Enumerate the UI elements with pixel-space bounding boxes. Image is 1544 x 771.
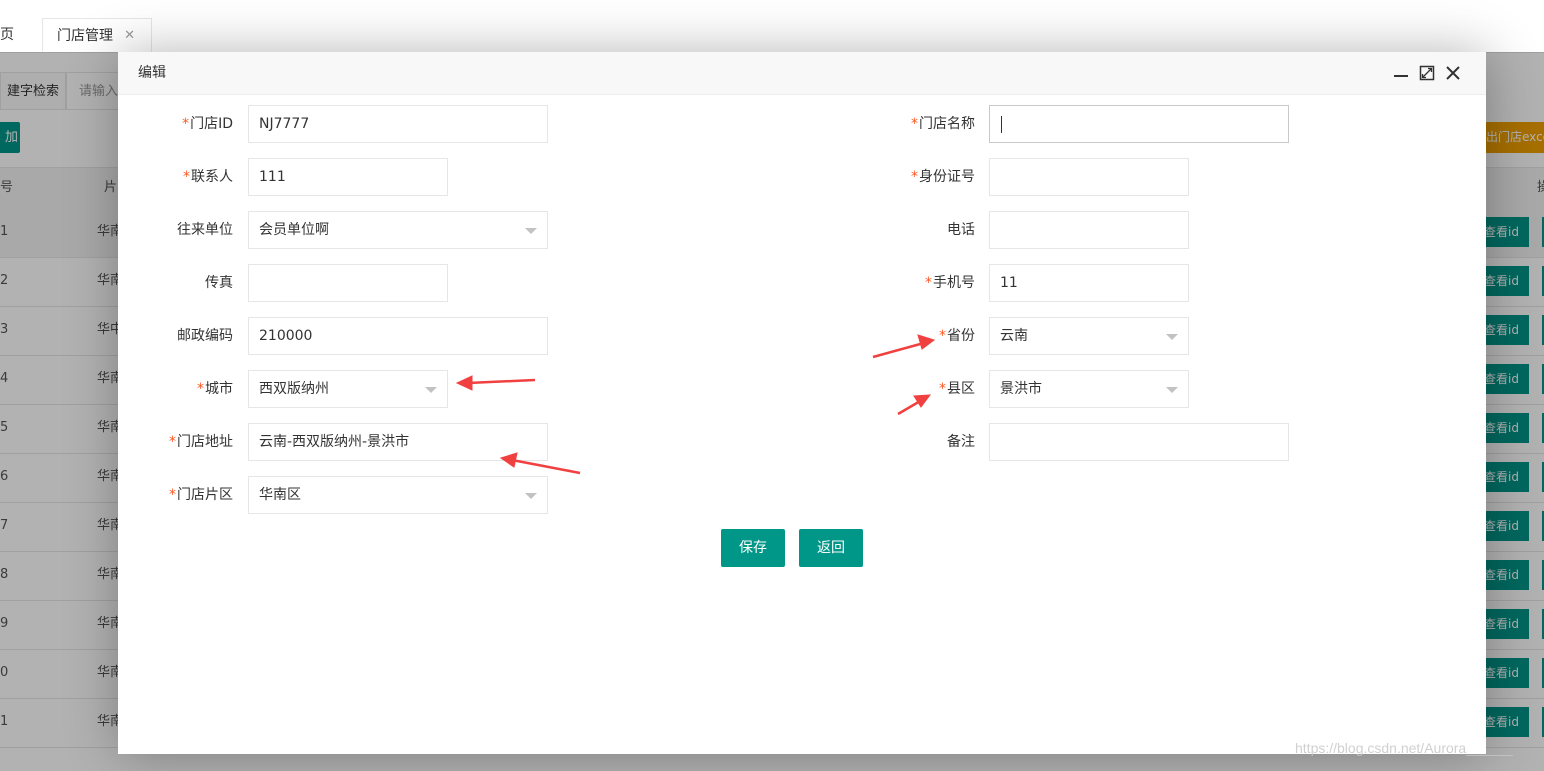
contact-input[interactable]: 111 (248, 158, 448, 196)
area-select[interactable]: 华南区 (248, 476, 548, 514)
city-label: *城市 (197, 381, 233, 397)
save-button[interactable]: 保存 (721, 529, 785, 567)
maximize-icon[interactable] (1418, 64, 1436, 82)
remark-input[interactable] (989, 423, 1289, 461)
county-label: *县区 (939, 381, 975, 397)
tab-home[interactable]: 页 (0, 18, 40, 52)
chevron-down-icon (525, 228, 537, 234)
store-name-input[interactable] (989, 105, 1289, 143)
fax-input[interactable] (248, 264, 448, 302)
dialog-header: 编辑 (118, 52, 1486, 95)
contact-label: *联系人 (183, 169, 233, 185)
back-button[interactable]: 返回 (799, 529, 863, 567)
store-id-label: *门店ID (182, 116, 233, 132)
area-label: *门店片区 (169, 487, 233, 503)
phone-input[interactable] (989, 211, 1189, 249)
address-input[interactable]: 云南-西双版纳州-景洪市 (248, 423, 548, 461)
fax-label: 传真 (205, 275, 233, 291)
chevron-down-icon (1166, 334, 1178, 340)
tab-close-icon[interactable]: ✕ (124, 19, 135, 53)
id-number-input[interactable] (989, 158, 1189, 196)
window-controls (1392, 64, 1468, 82)
watermark: https://blog.csdn.net/Aurora______ (1295, 740, 1513, 756)
store-name-label: *门店名称 (911, 116, 975, 132)
province-select-value: 云南 (1000, 328, 1028, 344)
city-select[interactable]: 西双版纳州 (248, 370, 448, 408)
phone-label: 电话 (947, 222, 975, 238)
chevron-down-icon (525, 493, 537, 499)
tab-store-label: 门店管理 (57, 28, 113, 44)
partner-label: 往来单位 (177, 222, 233, 238)
store-id-input[interactable]: NJ7777 (248, 105, 548, 143)
chevron-down-icon (425, 387, 437, 393)
county-select-value: 景洪市 (1000, 381, 1042, 397)
id-number-label: *身份证号 (911, 169, 975, 185)
chevron-down-icon (1166, 387, 1178, 393)
partner-select[interactable]: 会员单位啊 (248, 211, 548, 249)
county-select[interactable]: 景洪市 (989, 370, 1189, 408)
partner-select-value: 会员单位啊 (259, 222, 329, 238)
area-select-value: 华南区 (259, 487, 301, 503)
tab-store-management[interactable]: 门店管理 ✕ (42, 18, 152, 52)
mobile-input[interactable]: 11 (989, 264, 1189, 302)
province-select[interactable]: 云南 (989, 317, 1189, 355)
tab-bar: 页 门店管理 ✕ (0, 0, 1544, 53)
province-label: *省份 (939, 328, 975, 344)
text-cursor (1001, 116, 1002, 133)
mobile-label: *手机号 (925, 275, 975, 291)
address-label: *门店地址 (169, 434, 233, 450)
remark-label: 备注 (947, 434, 975, 450)
dialog-title: 编辑 (138, 65, 166, 81)
close-icon[interactable] (1444, 64, 1462, 82)
city-select-value: 西双版纳州 (259, 381, 329, 397)
edit-dialog: 编辑 *门店ID NJ7777 *联系人 111 往来单位 会员单位啊 传真 邮… (118, 52, 1486, 754)
postcode-input[interactable]: 210000 (248, 317, 548, 355)
postcode-label: 邮政编码 (177, 328, 233, 344)
minimize-icon[interactable] (1392, 64, 1410, 82)
